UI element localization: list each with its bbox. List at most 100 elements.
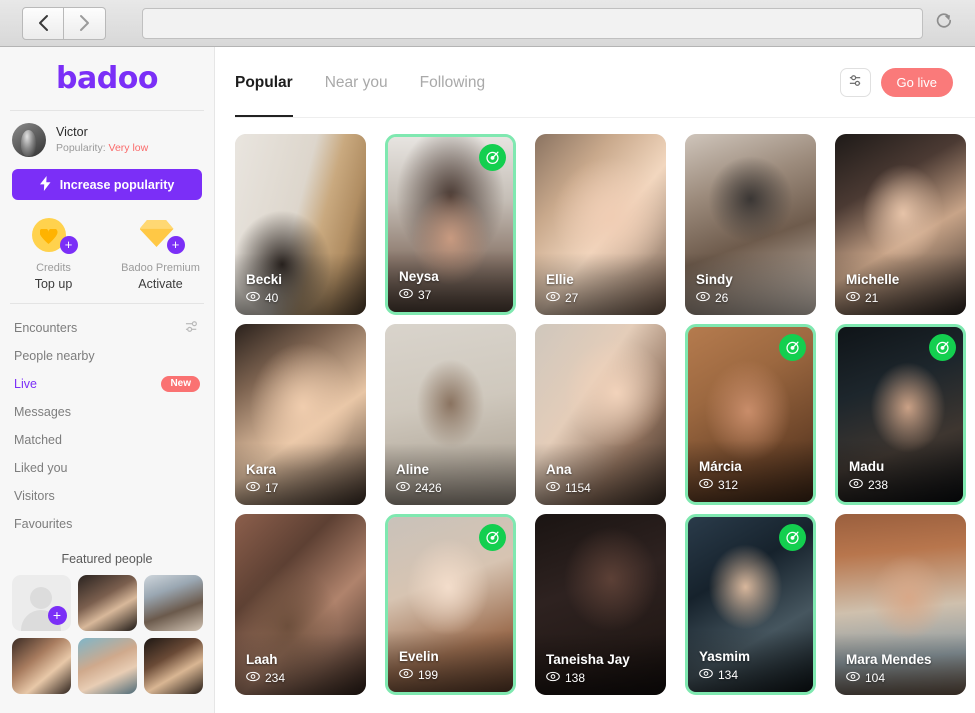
eye-icon bbox=[396, 481, 410, 495]
featured-person[interactable] bbox=[77, 638, 137, 694]
featured-people-grid: + bbox=[0, 575, 214, 694]
stream-filter-button[interactable] bbox=[839, 68, 871, 97]
featured-person[interactable] bbox=[11, 638, 71, 694]
stream-card[interactable]: Ana 1154 bbox=[535, 324, 666, 505]
stream-viewers: 40 bbox=[246, 291, 282, 305]
increase-popularity-button[interactable]: Increase popularity bbox=[12, 169, 202, 200]
stream-card[interactable]: Sindy 26 bbox=[685, 134, 816, 315]
stream-viewers-count: 1154 bbox=[565, 481, 591, 495]
sidebar-item-live[interactable]: Live New bbox=[0, 370, 214, 398]
stream-card[interactable]: Kara 17 bbox=[235, 324, 366, 505]
stream-viewers: 234 bbox=[246, 671, 285, 685]
stream-viewers: 37 bbox=[399, 288, 439, 302]
stream-name: Sindy bbox=[696, 271, 733, 287]
tab-popular[interactable]: Popular bbox=[235, 47, 309, 118]
stream-card[interactable]: Mara Mendes 104 bbox=[835, 514, 966, 695]
stream-viewers-count: 40 bbox=[265, 291, 279, 305]
stream-info: Ellie 27 bbox=[546, 272, 578, 305]
browser-back-button[interactable] bbox=[22, 6, 64, 40]
reload-button[interactable] bbox=[927, 6, 961, 40]
sidebar-item-liked-you[interactable]: Liked you bbox=[0, 454, 214, 482]
live-target-icon bbox=[779, 524, 806, 551]
sidebar-item-messages[interactable]: Messages bbox=[0, 398, 214, 426]
topbar-actions: Go live bbox=[839, 68, 953, 97]
eye-icon bbox=[699, 478, 713, 492]
stream-viewers: 134 bbox=[699, 668, 750, 682]
stream-info: Michelle 21 bbox=[846, 272, 899, 305]
stream-card[interactable]: Aline 2426 bbox=[385, 324, 516, 505]
perk-credits[interactable]: + Credits Top up bbox=[0, 216, 107, 291]
stream-viewers-count: 134 bbox=[718, 668, 739, 682]
tab-following[interactable]: Following bbox=[404, 47, 501, 118]
coin-heart-icon: + bbox=[28, 216, 80, 256]
perk-premium-label: Badoo Premium bbox=[121, 262, 200, 274]
stream-viewers-count: 312 bbox=[718, 478, 739, 492]
stream-card[interactable]: Ellie 27 bbox=[535, 134, 666, 315]
stream-name: Ellie bbox=[546, 271, 574, 287]
sidebar-nav: Encounters People nearby Live New Messag… bbox=[0, 304, 214, 538]
sidebar-item-encounters[interactable]: Encounters bbox=[0, 314, 214, 342]
stream-name: Madu bbox=[849, 458, 885, 474]
new-badge: New bbox=[161, 376, 200, 392]
stream-info: Márcia 312 bbox=[699, 459, 742, 492]
sidebar-item-matched[interactable]: Matched bbox=[0, 426, 214, 454]
stream-name: Becki bbox=[246, 271, 283, 287]
stream-card[interactable]: Becki 40 bbox=[235, 134, 366, 315]
stream-name: Mara Mendes bbox=[846, 651, 932, 667]
stream-viewers: 1154 bbox=[546, 481, 591, 495]
main-topbar: Popular Near you Following Go live bbox=[215, 47, 975, 118]
profile-name: Victor bbox=[56, 125, 88, 140]
featured-person[interactable] bbox=[77, 575, 137, 631]
sidebar-item-visitors[interactable]: Visitors bbox=[0, 482, 214, 510]
eye-icon bbox=[546, 481, 560, 495]
live-target-icon bbox=[479, 144, 506, 171]
stream-info: Kara 17 bbox=[246, 462, 278, 495]
stream-card[interactable]: Márcia 312 bbox=[685, 324, 816, 505]
reload-icon bbox=[934, 11, 954, 36]
go-live-button[interactable]: Go live bbox=[880, 68, 953, 97]
sidebar-item-encounters-label: Encounters bbox=[14, 321, 78, 335]
eye-icon bbox=[546, 671, 560, 685]
perk-premium-action: Activate bbox=[138, 277, 183, 291]
stream-card[interactable]: Evelin 199 bbox=[385, 514, 516, 695]
stream-info: Evelin 199 bbox=[399, 649, 439, 682]
tab-near-you[interactable]: Near you bbox=[309, 47, 404, 118]
stream-info: Mara Mendes 104 bbox=[846, 652, 932, 685]
badoo-logo[interactable]: badoo bbox=[0, 47, 214, 110]
stream-viewers-count: 234 bbox=[265, 671, 286, 685]
tab-popular-label: Popular bbox=[235, 73, 293, 91]
featured-people-title: Featured people bbox=[61, 552, 153, 566]
eye-icon bbox=[846, 291, 860, 305]
stream-name: Laah bbox=[246, 651, 278, 667]
tab-bar: Popular Near you Following bbox=[235, 47, 501, 118]
stream-viewers: 199 bbox=[399, 668, 439, 682]
stream-viewers: 27 bbox=[546, 291, 578, 305]
avatar bbox=[12, 123, 46, 157]
sidebar-item-favourites-label: Favourites bbox=[14, 517, 73, 531]
perk-premium[interactable]: + Badoo Premium Activate bbox=[107, 216, 214, 291]
stream-card[interactable]: Yasmim 134 bbox=[685, 514, 816, 695]
featured-add-photo[interactable]: + bbox=[11, 575, 71, 631]
stream-info: Ana 1154 bbox=[546, 462, 591, 495]
stream-info: Madu 238 bbox=[849, 459, 888, 492]
profile-popularity: Popularity: Very low bbox=[56, 141, 148, 155]
stream-card[interactable]: Neysa 37 bbox=[385, 134, 516, 315]
address-bar[interactable] bbox=[142, 7, 923, 39]
perk-credits-action: Top up bbox=[34, 277, 73, 291]
eye-icon bbox=[699, 668, 713, 682]
stream-viewers: 26 bbox=[696, 291, 733, 305]
featured-person[interactable] bbox=[143, 575, 203, 631]
stream-card[interactable]: Taneisha Jay 138 bbox=[535, 514, 666, 695]
sidebar-item-people-nearby[interactable]: People nearby bbox=[0, 342, 214, 370]
sidebar-item-favourites[interactable]: Favourites bbox=[0, 510, 214, 538]
stream-card[interactable]: Madu 238 bbox=[835, 324, 966, 505]
browser-forward-button[interactable] bbox=[64, 6, 106, 40]
sidebar-item-liked-you-label: Liked you bbox=[14, 461, 68, 475]
featured-person[interactable] bbox=[143, 638, 203, 694]
increase-popularity-label: Increase popularity bbox=[59, 177, 175, 192]
filter-icon[interactable] bbox=[185, 319, 200, 337]
stream-card[interactable]: Laah 234 bbox=[235, 514, 366, 695]
stream-viewers: 104 bbox=[846, 671, 932, 685]
profile-summary[interactable]: Victor Popularity: Very low bbox=[0, 111, 214, 167]
stream-card[interactable]: Michelle 21 bbox=[835, 134, 966, 315]
